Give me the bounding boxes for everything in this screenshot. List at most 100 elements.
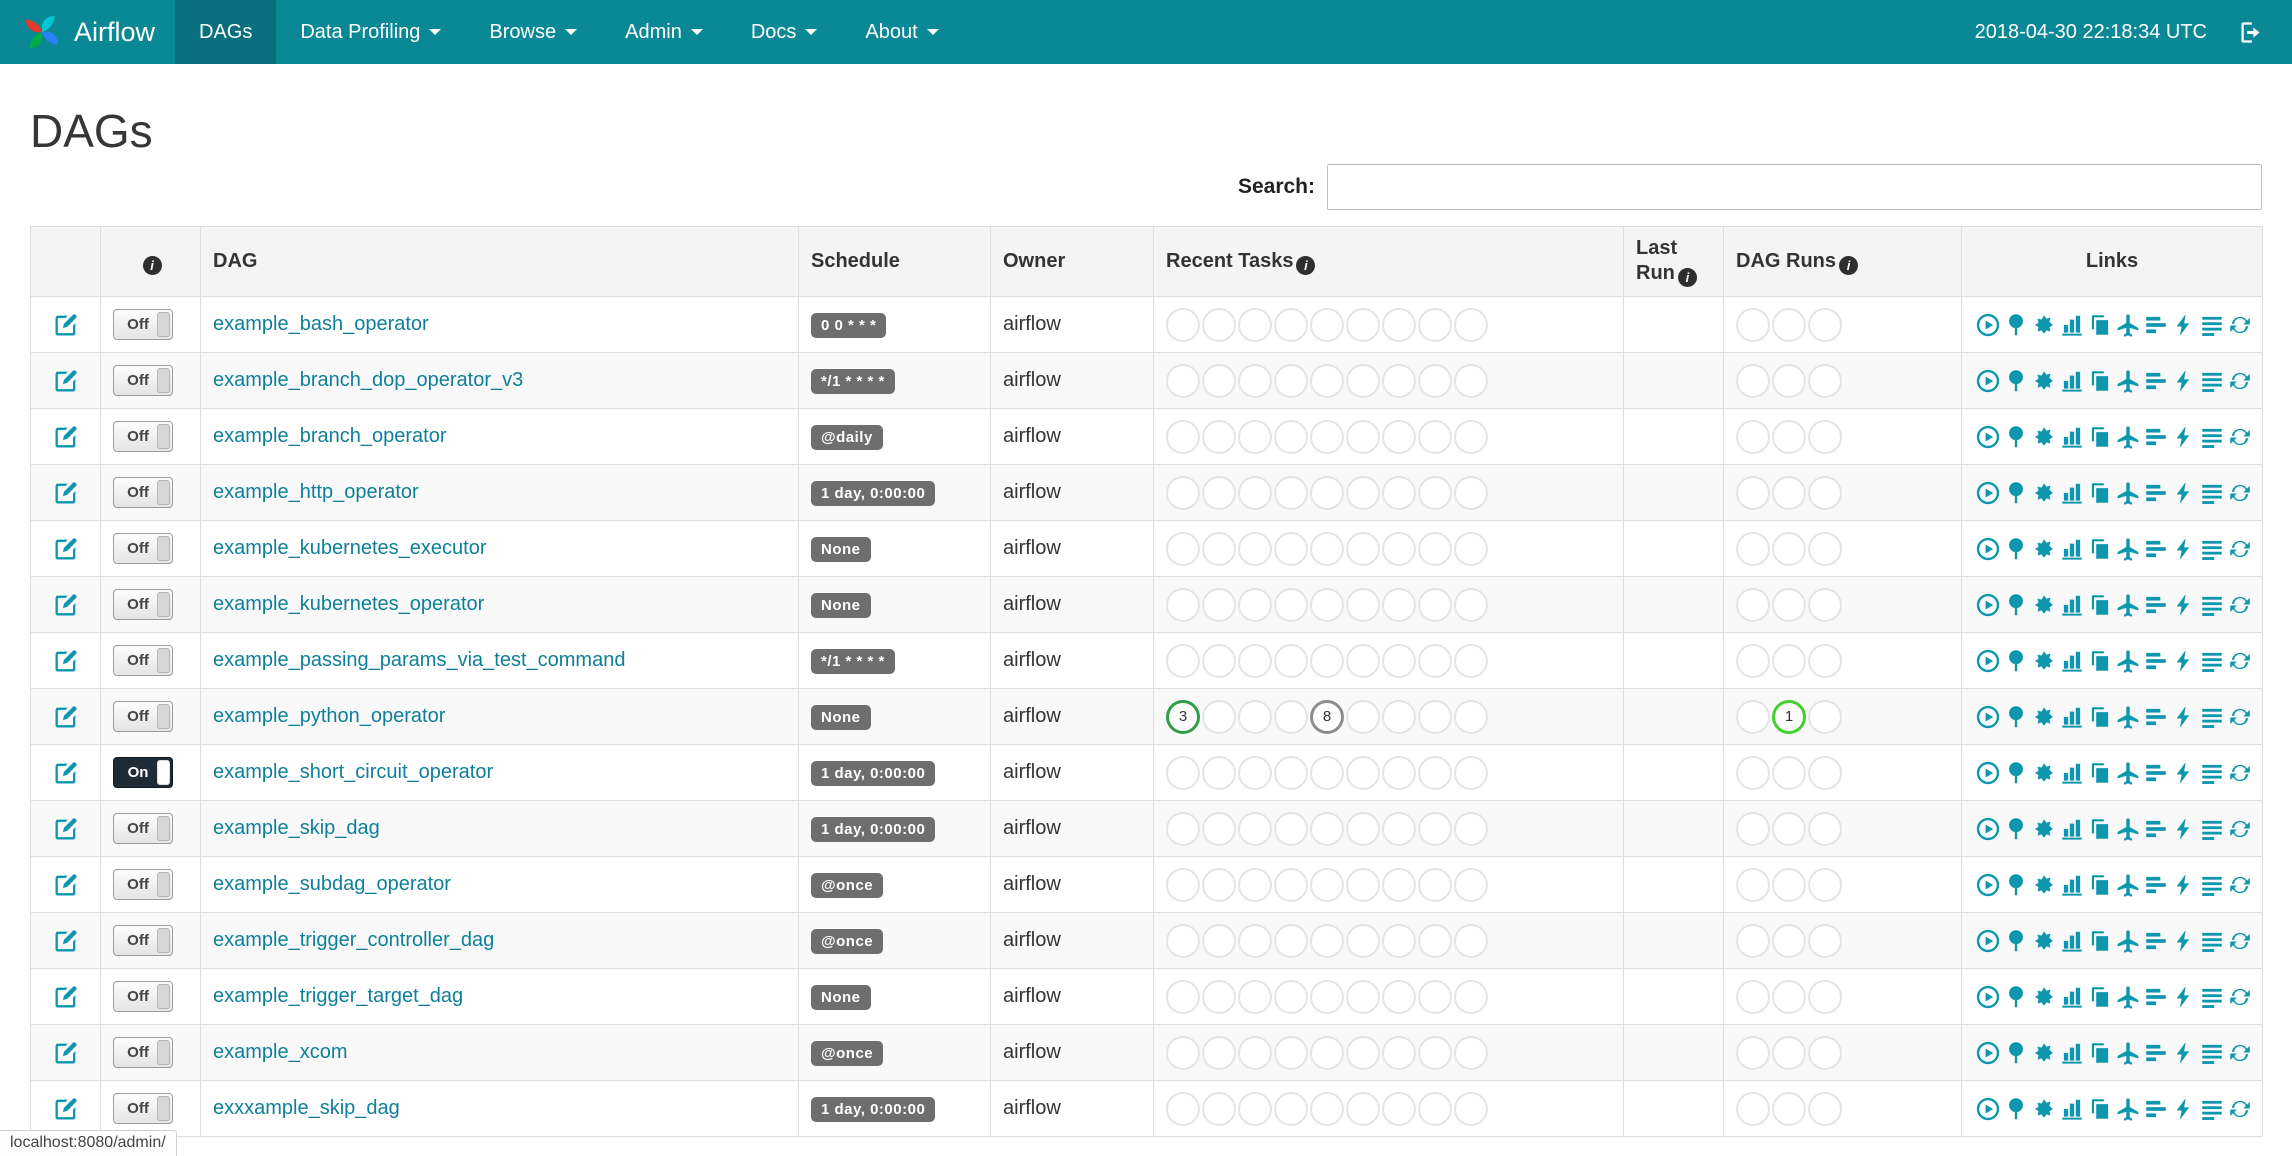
task-status-circle[interactable] bbox=[1238, 1091, 1272, 1126]
task-status-circle[interactable] bbox=[1274, 979, 1308, 1014]
task-status-circle[interactable] bbox=[1238, 811, 1272, 846]
task-status-circle[interactable] bbox=[1166, 811, 1200, 846]
refresh-icon[interactable] bbox=[2227, 928, 2253, 954]
gantt-icon[interactable] bbox=[2143, 1096, 2169, 1122]
log-icon[interactable] bbox=[2199, 480, 2225, 506]
landing-times-icon[interactable] bbox=[2115, 760, 2141, 786]
nav-item-data-profiling[interactable]: Data Profiling bbox=[276, 0, 465, 64]
task-status-circle[interactable] bbox=[1166, 307, 1200, 342]
task-tries-icon[interactable] bbox=[2087, 872, 2113, 898]
dag-run-circle[interactable] bbox=[1808, 475, 1842, 510]
refresh-icon[interactable] bbox=[2227, 424, 2253, 450]
dag-run-circle[interactable] bbox=[1808, 923, 1842, 958]
task-status-circle[interactable] bbox=[1310, 755, 1344, 790]
dag-pause-toggle[interactable]: Off bbox=[113, 421, 173, 452]
task-status-circle[interactable] bbox=[1202, 587, 1236, 622]
task-duration-icon[interactable] bbox=[2059, 928, 2085, 954]
task-status-circle[interactable] bbox=[1310, 643, 1344, 678]
trigger-dag-icon[interactable] bbox=[1975, 536, 2001, 562]
task-status-circle[interactable] bbox=[1202, 699, 1236, 734]
dag-pause-toggle[interactable]: Off bbox=[113, 589, 173, 620]
dag-link[interactable]: example_subdag_operator bbox=[213, 873, 451, 895]
task-status-circle[interactable] bbox=[1382, 867, 1416, 902]
info-icon[interactable] bbox=[1839, 255, 1858, 275]
task-duration-icon[interactable] bbox=[2059, 424, 2085, 450]
task-status-circle[interactable] bbox=[1274, 307, 1308, 342]
task-status-circle[interactable] bbox=[1202, 307, 1236, 342]
task-status-circle[interactable] bbox=[1310, 307, 1344, 342]
task-status-circle[interactable] bbox=[1382, 475, 1416, 510]
tree-view-icon[interactable] bbox=[2003, 816, 2029, 842]
task-status-circle[interactable] bbox=[1382, 699, 1416, 734]
task-status-circle[interactable] bbox=[1274, 475, 1308, 510]
task-status-circle[interactable] bbox=[1418, 1091, 1452, 1126]
task-status-circle[interactable] bbox=[1166, 867, 1200, 902]
trigger-dag-icon[interactable] bbox=[1975, 760, 2001, 786]
task-status-circle[interactable] bbox=[1346, 531, 1380, 566]
dag-run-circle[interactable] bbox=[1736, 1091, 1770, 1126]
dag-link[interactable]: example_skip_dag bbox=[213, 817, 380, 839]
tree-view-icon[interactable] bbox=[2003, 480, 2029, 506]
dag-run-circle[interactable] bbox=[1736, 811, 1770, 846]
code-icon[interactable] bbox=[2171, 1096, 2197, 1122]
gantt-icon[interactable] bbox=[2143, 1040, 2169, 1066]
dag-link[interactable]: example_kubernetes_operator bbox=[213, 593, 484, 615]
edit-dag-icon[interactable] bbox=[52, 423, 80, 451]
task-status-circle[interactable] bbox=[1418, 643, 1452, 678]
trigger-dag-icon[interactable] bbox=[1975, 648, 2001, 674]
task-duration-icon[interactable] bbox=[2059, 536, 2085, 562]
task-tries-icon[interactable] bbox=[2087, 1096, 2113, 1122]
dag-run-circle[interactable] bbox=[1808, 587, 1842, 622]
info-icon[interactable] bbox=[142, 255, 162, 275]
task-status-circle[interactable]: 3 bbox=[1166, 699, 1200, 734]
edit-dag-icon[interactable] bbox=[52, 479, 80, 507]
task-status-circle[interactable] bbox=[1274, 587, 1308, 622]
dag-run-circle[interactable] bbox=[1808, 811, 1842, 846]
logout-icon[interactable] bbox=[2237, 19, 2264, 46]
trigger-dag-icon[interactable] bbox=[1975, 592, 2001, 618]
dag-run-circle[interactable] bbox=[1772, 587, 1806, 622]
task-status-circle[interactable] bbox=[1454, 1091, 1488, 1126]
log-icon[interactable] bbox=[2199, 928, 2225, 954]
task-status-circle[interactable] bbox=[1382, 979, 1416, 1014]
task-status-circle[interactable] bbox=[1346, 363, 1380, 398]
trigger-dag-icon[interactable] bbox=[1975, 368, 2001, 394]
dag-run-circle[interactable] bbox=[1736, 979, 1770, 1014]
dag-run-circle[interactable] bbox=[1808, 531, 1842, 566]
edit-dag-icon[interactable] bbox=[52, 1039, 80, 1067]
edit-dag-icon[interactable] bbox=[52, 703, 80, 731]
dag-run-circle[interactable] bbox=[1808, 1035, 1842, 1070]
task-status-circle[interactable] bbox=[1238, 979, 1272, 1014]
edit-dag-icon[interactable] bbox=[52, 871, 80, 899]
dag-run-circle[interactable] bbox=[1736, 531, 1770, 566]
refresh-icon[interactable] bbox=[2227, 1096, 2253, 1122]
task-status-circle[interactable] bbox=[1454, 587, 1488, 622]
task-status-circle[interactable] bbox=[1310, 475, 1344, 510]
refresh-icon[interactable] bbox=[2227, 760, 2253, 786]
task-status-circle[interactable] bbox=[1274, 643, 1308, 678]
graph-view-icon[interactable] bbox=[2031, 368, 2057, 394]
info-icon[interactable] bbox=[1296, 255, 1316, 275]
log-icon[interactable] bbox=[2199, 704, 2225, 730]
task-status-circle[interactable] bbox=[1418, 419, 1452, 454]
landing-times-icon[interactable] bbox=[2115, 648, 2141, 674]
task-status-circle[interactable] bbox=[1274, 867, 1308, 902]
trigger-dag-icon[interactable] bbox=[1975, 872, 2001, 898]
log-icon[interactable] bbox=[2199, 312, 2225, 338]
task-status-circle[interactable] bbox=[1454, 363, 1488, 398]
code-icon[interactable] bbox=[2171, 816, 2197, 842]
tree-view-icon[interactable] bbox=[2003, 368, 2029, 394]
task-status-circle[interactable] bbox=[1202, 755, 1236, 790]
tree-view-icon[interactable] bbox=[2003, 1040, 2029, 1066]
task-status-circle[interactable] bbox=[1310, 811, 1344, 846]
task-status-circle[interactable] bbox=[1310, 867, 1344, 902]
edit-dag-icon[interactable] bbox=[52, 647, 80, 675]
log-icon[interactable] bbox=[2199, 872, 2225, 898]
task-status-circle[interactable] bbox=[1454, 475, 1488, 510]
code-icon[interactable] bbox=[2171, 536, 2197, 562]
trigger-dag-icon[interactable] bbox=[1975, 984, 2001, 1010]
dag-run-circle[interactable] bbox=[1772, 643, 1806, 678]
task-status-circle[interactable] bbox=[1310, 979, 1344, 1014]
task-status-circle[interactable] bbox=[1346, 419, 1380, 454]
task-status-circle[interactable] bbox=[1238, 419, 1272, 454]
